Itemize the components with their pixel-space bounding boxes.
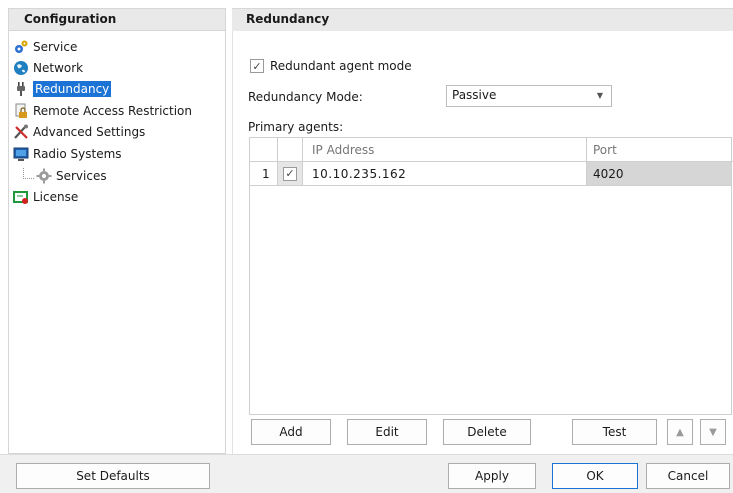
configuration-header: Configuration [8,8,226,31]
column-header-port[interactable]: Port [587,138,733,162]
move-down-button[interactable]: ▼ [700,419,726,445]
add-button[interactable]: Add [251,419,331,445]
tree-item-label: Redundancy [33,81,112,97]
redundancy-mode-value: Passive [452,88,497,102]
configuration-tree: Service Network Redundancy Remote Access… [8,30,226,454]
tree-item-redundancy[interactable]: Redundancy [13,79,112,99]
tree-connector [23,167,34,179]
redundancy-header: Redundancy [232,8,733,31]
redundant-agent-mode-label: Redundant agent mode [270,59,412,73]
primary-agents-label: Primary agents: [248,120,344,134]
redundant-agent-mode-option[interactable]: ✓ Redundant agent mode [250,59,412,73]
delete-button[interactable]: Delete [443,419,531,445]
gear-icon [36,168,52,184]
plug-icon [13,81,29,97]
tree-item-label: Services [56,169,107,183]
redundancy-panel: ✓ Redundant agent mode Redundancy Mode: … [232,31,733,454]
row-ip-address[interactable]: 10.10.235.162 [303,162,586,185]
set-defaults-button[interactable]: Set Defaults [16,463,210,489]
tree-item-service[interactable]: Service [13,37,77,57]
radio-computer-icon [13,146,29,162]
tree-item-license[interactable]: License [13,187,78,207]
primary-agents-table: IP Address Port 1 ✓ 10.10.235.162 4020 [249,137,733,415]
redundancy-mode-select[interactable]: Passive ▼ [446,85,612,107]
tree-item-label: Network [33,61,84,75]
tree-item-remote-access-restriction[interactable]: Remote Access Restriction [13,101,192,121]
row-index: 1 [262,167,270,181]
chevron-down-icon: ▼ [596,91,603,100]
test-button[interactable]: Test [572,419,657,445]
tree-item-label: Advanced Settings [33,125,146,139]
tree-item-advanced-settings[interactable]: Advanced Settings [13,122,145,142]
license-icon [13,189,29,205]
lock-document-icon [13,103,29,119]
tree-item-network[interactable]: Network [13,58,83,78]
globe-icon [13,60,29,76]
tree-item-label: Radio Systems [33,147,122,161]
edit-button[interactable]: Edit [347,419,427,445]
column-header-ip-address[interactable]: IP Address [306,138,586,162]
tree-item-label: License [33,190,79,204]
table-row[interactable]: 1 ✓ 10.10.235.162 4020 [250,162,731,186]
tools-icon [13,124,29,140]
redundant-agent-mode-checkbox[interactable]: ✓ [250,59,264,73]
tree-item-radio-systems[interactable]: Radio Systems [13,144,122,164]
cancel-button[interactable]: Cancel [646,463,730,489]
row-port[interactable]: 4020 [587,162,731,185]
tree-item-label: Remote Access Restriction [33,104,192,118]
redundancy-mode-label: Redundancy Mode: [248,90,363,104]
gears-icon [13,39,29,55]
move-up-button[interactable]: ▲ [667,419,693,445]
tree-item-label: Service [33,40,78,54]
ok-button[interactable]: OK [552,463,638,489]
tree-item-services[interactable]: Services [23,166,107,186]
row-checkbox-cell[interactable]: ✓ [278,162,302,185]
row-checkbox[interactable]: ✓ [283,166,297,181]
apply-button[interactable]: Apply [448,463,536,489]
